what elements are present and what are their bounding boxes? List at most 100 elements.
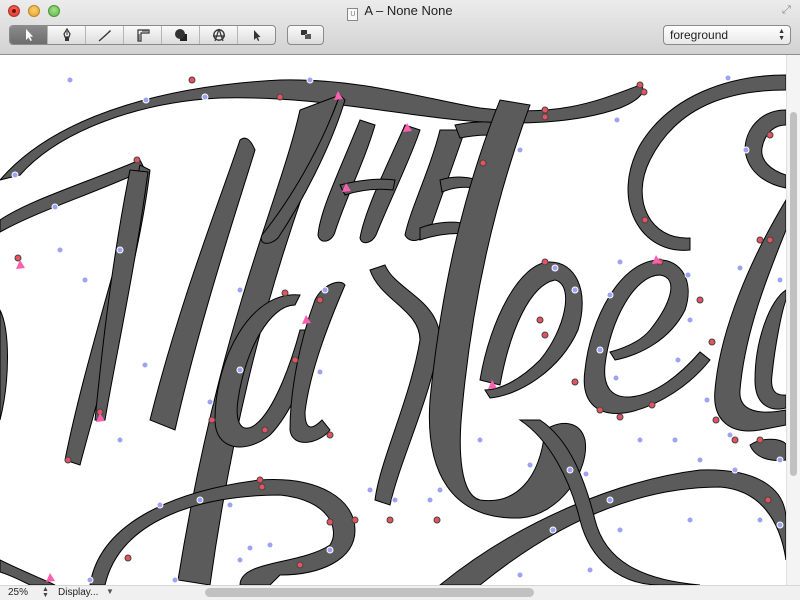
off-curve-point[interactable] — [266, 541, 274, 549]
off-curve-point[interactable] — [391, 496, 399, 504]
off-curve-point[interactable] — [549, 526, 557, 534]
on-curve-point[interactable] — [596, 406, 604, 414]
on-curve-point[interactable] — [124, 554, 132, 562]
display-dropdown-arrow-icon[interactable]: ▼ — [106, 587, 114, 596]
on-curve-point[interactable] — [14, 254, 22, 262]
on-curve-point[interactable] — [764, 496, 772, 504]
on-curve-point[interactable] — [208, 416, 216, 424]
off-curve-point[interactable] — [526, 461, 534, 469]
off-curve-point[interactable] — [156, 501, 164, 509]
on-curve-point[interactable] — [256, 476, 264, 484]
off-curve-point[interactable] — [742, 146, 750, 154]
off-curve-point[interactable] — [516, 571, 524, 579]
off-curve-point[interactable] — [736, 264, 744, 272]
off-curve-point[interactable] — [551, 264, 559, 272]
off-curve-point[interactable] — [436, 486, 444, 494]
zoom-stepper-icon[interactable]: ▲ ▼ — [42, 586, 49, 599]
vertical-scrollbar[interactable] — [786, 55, 800, 585]
off-curve-point[interactable] — [81, 276, 89, 284]
off-curve-point[interactable] — [516, 146, 524, 154]
off-curve-point[interactable] — [606, 496, 614, 504]
off-curve-point[interactable] — [571, 286, 579, 294]
off-curve-point[interactable] — [51, 203, 59, 211]
on-curve-point[interactable] — [696, 296, 704, 304]
on-curve-point[interactable] — [541, 113, 549, 121]
on-curve-point[interactable] — [291, 356, 299, 364]
off-curve-point[interactable] — [116, 246, 124, 254]
knife-tool-button[interactable] — [86, 26, 124, 44]
off-curve-point[interactable] — [674, 356, 682, 364]
on-curve-point[interactable] — [433, 516, 441, 524]
off-curve-point[interactable] — [671, 436, 679, 444]
off-curve-point[interactable] — [756, 516, 764, 524]
off-curve-point[interactable] — [66, 76, 74, 84]
on-curve-point[interactable] — [712, 416, 720, 424]
on-curve-point[interactable] — [296, 561, 304, 569]
off-curve-point[interactable] — [696, 456, 704, 464]
on-curve-point[interactable] — [316, 296, 324, 304]
off-curve-point[interactable] — [616, 258, 624, 266]
off-curve-point[interactable] — [306, 76, 314, 84]
measure-tool-button[interactable] — [124, 26, 162, 44]
off-curve-point[interactable] — [236, 556, 244, 564]
select-tool-button[interactable] — [10, 26, 48, 44]
on-curve-point[interactable] — [351, 516, 359, 524]
off-curve-point[interactable] — [724, 74, 732, 82]
on-curve-point[interactable] — [261, 426, 269, 434]
off-curve-point[interactable] — [613, 116, 621, 124]
off-curve-point[interactable] — [326, 546, 334, 554]
off-curve-point[interactable] — [226, 501, 234, 509]
off-curve-point[interactable] — [686, 516, 694, 524]
horizontal-scroll-thumb[interactable] — [205, 588, 534, 597]
on-curve-point[interactable] — [708, 338, 716, 346]
on-curve-point[interactable] — [386, 516, 394, 524]
off-curve-point[interactable] — [426, 496, 434, 504]
off-curve-point[interactable] — [616, 526, 624, 534]
off-curve-point[interactable] — [11, 171, 19, 179]
off-curve-point[interactable] — [236, 366, 244, 374]
on-curve-point[interactable] — [326, 431, 334, 439]
off-curve-point[interactable] — [686, 316, 694, 324]
on-curve-point[interactable] — [326, 518, 334, 526]
off-curve-point[interactable] — [596, 346, 604, 354]
off-curve-point[interactable] — [116, 436, 124, 444]
layer-select[interactable]: foreground ▲ ▼ — [663, 25, 791, 45]
off-curve-point[interactable] — [636, 436, 644, 444]
off-curve-point[interactable] — [606, 291, 614, 299]
on-curve-point[interactable] — [541, 331, 549, 339]
on-curve-point[interactable] — [188, 76, 196, 84]
off-curve-point[interactable] — [366, 486, 374, 494]
pen-tool-button[interactable] — [48, 26, 86, 44]
on-curve-point[interactable] — [571, 378, 579, 386]
anchor-tool-button[interactable] — [200, 26, 238, 44]
on-curve-point[interactable] — [766, 131, 774, 139]
off-curve-point[interactable] — [316, 368, 324, 376]
on-curve-point[interactable] — [756, 436, 764, 444]
on-curve-point[interactable] — [64, 456, 72, 464]
off-curve-point[interactable] — [586, 566, 594, 574]
fullscreen-icon[interactable]: ⤢ — [782, 4, 794, 16]
off-curve-point[interactable] — [201, 93, 209, 101]
off-curve-point[interactable] — [776, 521, 784, 529]
off-curve-point[interactable] — [321, 286, 329, 294]
on-curve-point[interactable] — [766, 236, 774, 244]
off-curve-point[interactable] — [142, 96, 150, 104]
on-curve-point[interactable] — [616, 413, 624, 421]
off-curve-point[interactable] — [246, 544, 254, 552]
off-curve-point[interactable] — [776, 276, 784, 284]
glyph-outline[interactable] — [0, 55, 786, 585]
off-curve-point[interactable] — [703, 396, 711, 404]
off-curve-point[interactable] — [566, 466, 574, 474]
off-curve-point[interactable] — [56, 246, 64, 254]
off-curve-point[interactable] — [684, 271, 692, 279]
on-curve-point[interactable] — [276, 93, 284, 101]
off-curve-point[interactable] — [206, 398, 214, 406]
off-curve-point[interactable] — [476, 436, 484, 444]
glyph-canvas[interactable] — [0, 55, 786, 585]
vertical-scroll-thumb[interactable] — [790, 112, 797, 476]
off-curve-point[interactable] — [726, 431, 734, 439]
zoom-level[interactable]: 25% — [8, 587, 28, 598]
pointer-tool-button[interactable] — [238, 26, 275, 44]
off-curve-point[interactable] — [776, 456, 784, 464]
on-curve-point[interactable] — [133, 156, 141, 164]
